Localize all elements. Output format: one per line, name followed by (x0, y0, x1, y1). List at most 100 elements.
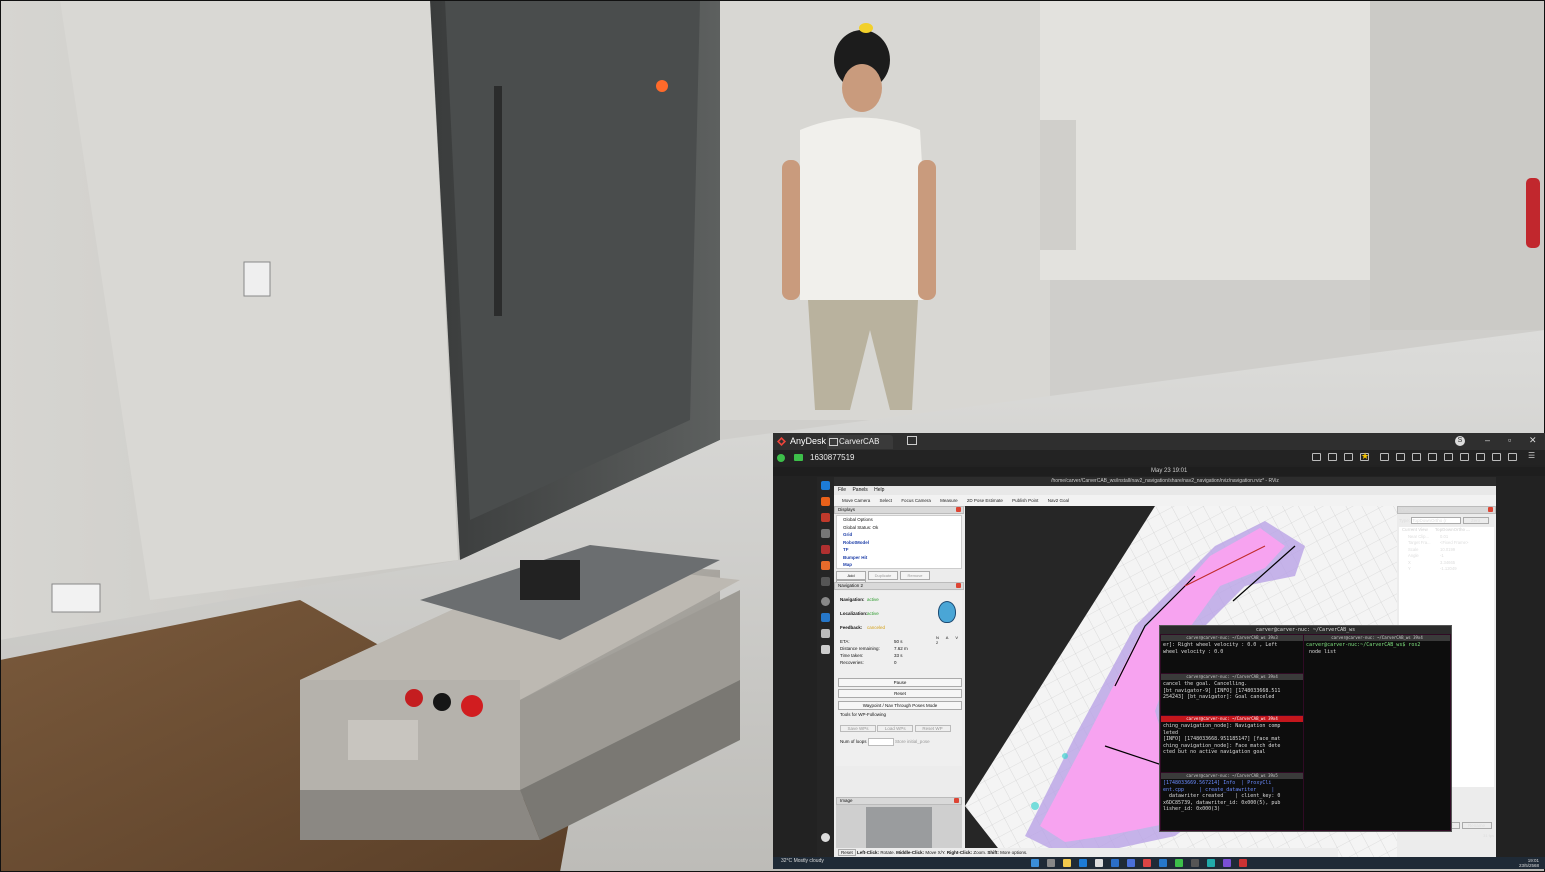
new-tab-icon[interactable] (907, 436, 917, 445)
terminal-window[interactable]: carver@carver-nuc: ~/CarverCAB_ws carver… (1159, 625, 1452, 832)
edge-icon[interactable] (821, 481, 830, 490)
duplicate-button[interactable]: Duplicate (868, 571, 898, 580)
menu-help[interactable]: Help (874, 487, 884, 493)
menu-icon[interactable]: ☰ (1528, 451, 1537, 460)
display-item[interactable]: Bumper Hit (843, 554, 961, 562)
rviz-icon[interactable] (821, 629, 830, 638)
menu-panels[interactable]: Panels (852, 487, 867, 493)
display-settings-icon[interactable] (1312, 453, 1321, 461)
minimize-icon[interactable]: – (1485, 435, 1490, 445)
tool-pose-estimate[interactable]: 2D Pose Estimate (967, 498, 1003, 503)
tool-measure[interactable]: Measure (940, 498, 958, 503)
chat-icon[interactable] (794, 454, 803, 461)
app-icon[interactable] (821, 513, 830, 522)
terminal-icon[interactable] (1191, 859, 1199, 867)
store-icon[interactable] (1095, 859, 1103, 867)
action-icon[interactable] (1428, 453, 1437, 461)
l-app-icon[interactable] (1127, 859, 1135, 867)
start-icon[interactable] (1031, 859, 1039, 867)
text-editor-icon[interactable] (821, 645, 830, 654)
rename-view-button[interactable]: Rename (1461, 822, 1492, 829)
anydesk-window[interactable]: AnyDesk CarverCAB S – ▫ ✕ 1630877519 ★ ☰… (773, 433, 1545, 869)
close-icon[interactable]: ✕ (1529, 435, 1537, 446)
app-icon[interactable] (1239, 859, 1247, 867)
prop-value[interactable]: 3.34665 (1440, 560, 1455, 565)
search-icon[interactable] (1047, 859, 1055, 867)
close-icon[interactable] (1488, 507, 1493, 512)
session-tab[interactable]: CarverCAB (827, 435, 893, 449)
display-item[interactable]: TF (843, 546, 961, 554)
loops-input[interactable] (867, 738, 894, 746)
prop-value[interactable]: -1 (1440, 553, 1444, 558)
save-wps-button[interactable]: Save WPs (840, 725, 876, 732)
database-icon[interactable] (1344, 453, 1353, 461)
privacy-icon[interactable] (1460, 453, 1469, 461)
terminal-pane[interactable]: carver@carver-nuc: ~/CarverCAB_ws 39x5 [… (1161, 773, 1303, 830)
teams-icon[interactable] (1223, 859, 1231, 867)
store-initial-pose-checkbox[interactable]: Store initial_pose (895, 739, 930, 744)
zero-button[interactable]: Zero (1462, 517, 1489, 524)
file-transfer-icon[interactable] (1380, 453, 1389, 461)
prop-value[interactable]: <Fixed Frame> (1440, 540, 1468, 545)
switch-sides-icon[interactable] (1476, 453, 1485, 461)
close-icon[interactable] (956, 507, 961, 512)
close-icon[interactable] (956, 583, 961, 588)
anydesk-taskbar-icon[interactable] (1143, 859, 1151, 867)
remote-desktop[interactable]: May 23 19:01 /home/carver/CarverCAB_ws/i… (773, 465, 1545, 869)
settings-icon[interactable] (821, 597, 830, 606)
pause-button[interactable]: Pause (838, 678, 962, 687)
record-icon[interactable] (1444, 453, 1453, 461)
terminal-icon[interactable] (821, 577, 830, 586)
edge-icon[interactable] (1079, 859, 1087, 867)
terminal-pane[interactable]: carver@carver-nuc: ~/CarverCAB_ws 39x4 c… (1161, 674, 1303, 715)
terminal-pane[interactable]: carver@carver-nuc: ~/CarverCAB_ws 39x4 c… (1304, 635, 1450, 830)
view-type-select[interactable]: TopDownOrtho (r (1411, 517, 1462, 524)
menu-file[interactable]: File (838, 487, 846, 493)
word-icon[interactable] (1111, 859, 1119, 867)
tool-focus-camera[interactable]: Focus Camera (901, 498, 931, 503)
load-wps-button[interactable]: Load WPs (877, 725, 914, 732)
display-item[interactable]: Global Options (843, 516, 961, 524)
add-button[interactable]: Add (836, 571, 866, 580)
app-store-icon[interactable] (821, 545, 830, 554)
window-icon[interactable] (1396, 453, 1405, 461)
ubuntu-software-icon[interactable] (821, 561, 830, 570)
taskbar-clock[interactable]: 19:01 23/5/2568 (1519, 858, 1539, 868)
power-icon[interactable] (1492, 453, 1501, 461)
files-icon[interactable] (821, 529, 830, 538)
reset-wp-button[interactable]: Reset WP (914, 725, 951, 732)
reset-button[interactable]: Reset (838, 689, 962, 698)
display-item[interactable]: Grid (843, 531, 961, 539)
prop-value[interactable]: -1.12049 (1440, 566, 1457, 571)
prop-value[interactable]: 10.0199 (1440, 547, 1455, 552)
show-apps-icon[interactable] (821, 833, 830, 842)
prop-value[interactable]: 0.01 (1440, 534, 1448, 539)
waypoint-mode-button[interactable]: Waypoint / Nav Through Poses Mode (838, 701, 962, 710)
vscode-icon[interactable] (821, 613, 830, 622)
vscode-icon[interactable] (1159, 859, 1167, 867)
remove-button[interactable]: Remove (900, 571, 930, 580)
close-icon[interactable] (954, 798, 959, 803)
tool-publish-point[interactable]: Publish Point (1012, 498, 1038, 503)
terminal-pane[interactable]: carver@carver-nuc: ~/CarverCAB_ws 39x3 e… (1161, 635, 1303, 673)
account-avatar[interactable]: S (1455, 436, 1465, 446)
timer-icon[interactable] (1328, 453, 1337, 461)
maximize-icon[interactable]: ▫ (1508, 435, 1511, 445)
chrome-icon[interactable] (1175, 859, 1183, 867)
tool-move-camera[interactable]: Move Camera (842, 498, 870, 503)
app-icon[interactable] (1207, 859, 1215, 867)
file-explorer-icon[interactable] (1063, 859, 1071, 867)
chat-window-icon[interactable] (1412, 453, 1421, 461)
weather-widget[interactable]: 32°C Mostly cloudy (781, 858, 824, 864)
favorite-star-icon[interactable]: ★ (1361, 451, 1370, 461)
reset-view-button[interactable]: Reset (838, 849, 856, 856)
pen-icon[interactable] (1508, 453, 1517, 461)
tool-select[interactable]: Select (880, 498, 893, 503)
terminal-pane[interactable]: carver@carver-nuc: ~/CarverCAB_ws 39x4 c… (1161, 716, 1303, 772)
display-item[interactable]: Map (843, 561, 961, 569)
firefox-icon[interactable] (821, 497, 830, 506)
display-item[interactable]: Global Status: Ok (843, 524, 961, 532)
displays-tree[interactable]: Global Options Global Status: Ok Grid Ro… (836, 515, 962, 569)
tool-nav2-goal[interactable]: Nav2 Goal (1048, 498, 1069, 503)
display-item[interactable]: RobotModel (843, 539, 961, 547)
